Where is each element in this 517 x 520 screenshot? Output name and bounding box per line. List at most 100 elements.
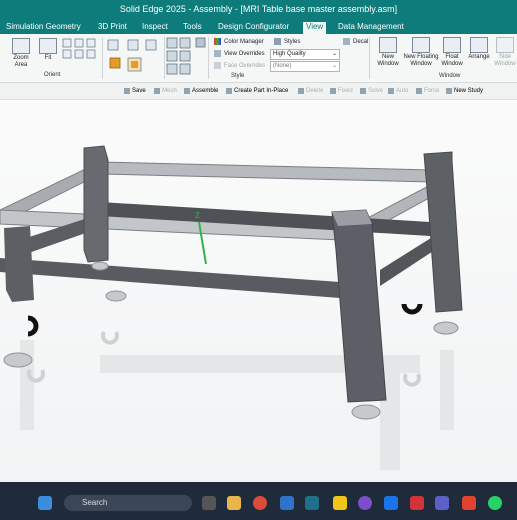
face-overrides-label: Face Overrides (224, 62, 266, 69)
teams-icon[interactable] (435, 496, 449, 510)
viber-icon[interactable] (358, 496, 372, 510)
tab-3d-print[interactable]: 3D Print (98, 22, 127, 31)
save-command[interactable]: Save (124, 88, 146, 94)
whatsapp-icon[interactable] (488, 496, 502, 510)
app-icon-blue[interactable] (384, 496, 398, 510)
color-manager-label: Color Manager (224, 38, 264, 45)
view-overrides-label-row: View Overrides (214, 50, 265, 57)
styles-icon (274, 38, 281, 45)
create-part-icon (226, 88, 232, 94)
side-window-button[interactable]: Side Window (494, 37, 516, 68)
app-icon-red[interactable] (462, 496, 476, 510)
display-mode-icons[interactable] (166, 37, 210, 77)
mesh-command[interactable]: Mesh (154, 88, 177, 94)
view-overrides-icon (214, 50, 221, 57)
ribbon: Zoom Area Fit Orient Color Manager Style… (0, 34, 517, 83)
title-bar: Solid Edge 2025 - Assembly - [MRI Table … (0, 0, 517, 20)
tab-simulation-geometry[interactable]: Simulation Geometry (6, 22, 81, 31)
float-window-icon (443, 37, 461, 53)
menu-bar: Simulation Geometry 3D Print Inspect Too… (0, 20, 517, 34)
auto-icon (388, 88, 394, 94)
float-window-button[interactable]: Float Window (440, 37, 464, 68)
styles-button[interactable]: Styles (274, 38, 300, 45)
auto-command[interactable]: Auto (388, 88, 408, 94)
tab-data-management[interactable]: Data Management (338, 22, 404, 31)
divider (369, 37, 370, 79)
named-view-cubes[interactable] (106, 38, 162, 76)
app-icon-yellow[interactable] (333, 496, 347, 510)
mesh-icon (154, 88, 160, 94)
zoom-area-icon (12, 38, 30, 54)
new-window-button[interactable]: New Window (374, 37, 402, 68)
solve-icon (360, 88, 366, 94)
view-overrides-label: View Overrides (224, 50, 265, 57)
view-overrides-select[interactable]: High Quality ⌄ (270, 49, 340, 60)
color-manager-icon (214, 38, 221, 45)
color-manager-button[interactable]: Color Manager (214, 38, 264, 45)
zoom-area-button[interactable]: Zoom Area (8, 38, 34, 69)
face-overrides-label-row: Face Overrides (214, 62, 265, 69)
leg-front-left (4, 226, 34, 302)
new-floating-window-label: New Floating Window (403, 54, 439, 67)
assemble-icon (184, 88, 190, 94)
new-window-label: New Window (377, 54, 399, 67)
new-study-icon (446, 88, 452, 94)
fixed-icon (330, 88, 336, 94)
new-study-command[interactable]: New Study (446, 88, 483, 94)
side-window-label: Side Window (494, 54, 516, 67)
delete-label: Delete (306, 88, 324, 94)
delete-command[interactable]: Delete (298, 88, 323, 94)
save-icon (124, 88, 130, 94)
decal-button[interactable]: Decal (343, 38, 368, 45)
styles-label: Styles (284, 38, 301, 45)
tab-tools[interactable]: Tools (183, 22, 202, 31)
new-study-label: New Study (454, 88, 484, 94)
new-floating-window-button[interactable]: New Floating Window (402, 37, 440, 68)
save-label: Save (132, 88, 146, 94)
fit-label: Fit (44, 55, 52, 61)
tab-inspect[interactable]: Inspect (142, 22, 168, 31)
fit-button[interactable]: Fit (38, 38, 58, 62)
orient-tools (62, 38, 100, 68)
arrange-button[interactable]: Arrange (466, 37, 492, 61)
force-icon (416, 88, 422, 94)
face-overrides-icon (214, 62, 221, 69)
new-floating-window-icon (412, 37, 430, 53)
3d-viewport[interactable]: Z (0, 100, 517, 482)
float-window-label: Float Window (441, 54, 463, 67)
file-explorer-icon[interactable] (227, 496, 241, 510)
fixed-command[interactable]: Fixed (330, 88, 353, 94)
anydesk-icon[interactable] (410, 496, 424, 510)
tab-design-configurator[interactable]: Design Configurator (218, 22, 289, 31)
divider (208, 37, 209, 79)
window-title: Solid Edge 2025 - Assembly - [MRI Table … (119, 4, 398, 14)
solid-edge-icon[interactable] (305, 496, 319, 510)
task-view-icon[interactable] (202, 496, 216, 510)
outlook-icon[interactable] (280, 496, 294, 510)
decal-label: Decal (353, 38, 369, 45)
chrome-icon[interactable] (253, 496, 267, 510)
taskbar-search[interactable]: Search (64, 495, 192, 511)
solve-command[interactable]: Solve (360, 88, 383, 94)
force-command[interactable]: Force (416, 88, 439, 94)
face-overrides-select[interactable]: (None) ⌄ (270, 61, 340, 72)
assemble-label: Assemble (192, 88, 219, 94)
solve-label: Solve (368, 88, 384, 94)
tab-view[interactable]: View (303, 22, 327, 34)
windows-taskbar: Search (0, 482, 517, 520)
arrange-label: Arrange (468, 54, 490, 60)
delete-icon (298, 88, 304, 94)
style-group-label: Style (231, 73, 245, 79)
create-part-in-place-command[interactable]: Create Part In-Place (226, 88, 288, 94)
chevron-down-icon: ⌄ (331, 63, 337, 69)
search-placeholder: Search (82, 498, 108, 507)
divider (164, 37, 165, 79)
assemble-command[interactable]: Assemble (184, 88, 218, 94)
windows-start-icon[interactable] (38, 496, 52, 510)
view-orient-icons[interactable] (62, 38, 100, 68)
fixed-label: Fixed (338, 88, 353, 94)
leg-top-cap (332, 210, 372, 226)
side-window-icon (496, 37, 514, 53)
decal-icon (343, 38, 350, 45)
mesh-label: Mesh (162, 88, 177, 94)
